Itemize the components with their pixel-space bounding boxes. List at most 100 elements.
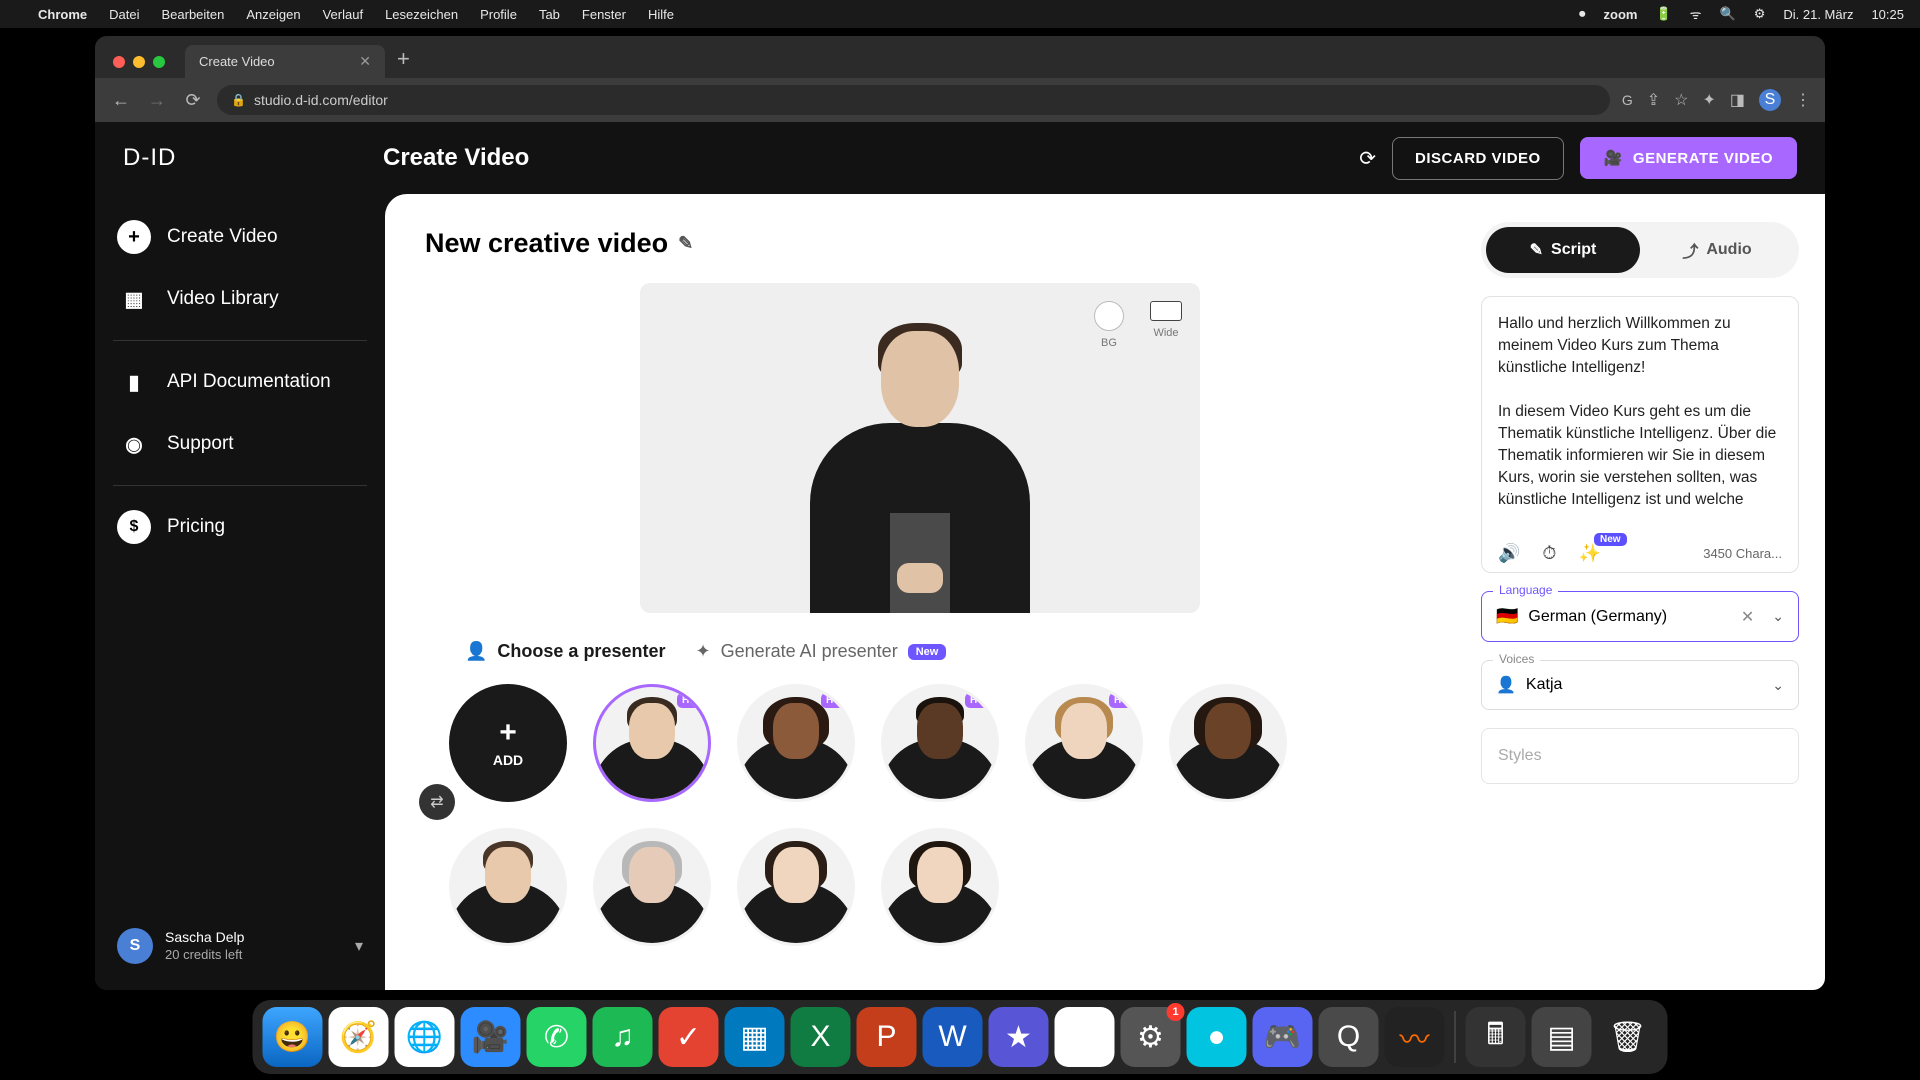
sidebar-item-support[interactable]: ◉ Support	[105, 413, 375, 475]
share-icon[interactable]: ⇪	[1647, 90, 1660, 110]
dock-safari[interactable]: 🧭	[329, 1007, 389, 1067]
dock-calculator[interactable]: 🖩	[1466, 1007, 1526, 1067]
brand-logo[interactable]: D-ID	[123, 144, 363, 172]
language-value: German (Germany)	[1528, 608, 1667, 626]
window-close-icon[interactable]	[113, 56, 125, 68]
tab-audio[interactable]: ⤴ Audio	[1640, 227, 1794, 273]
record-icon[interactable]: ⏺	[1579, 6, 1586, 22]
dock-audio[interactable]: 〰	[1385, 1007, 1445, 1067]
dock-whatsapp[interactable]: ✆	[527, 1007, 587, 1067]
magic-icon[interactable]: ✨	[1578, 543, 1600, 564]
timer-icon[interactable]: ⏱	[1542, 543, 1556, 564]
refresh-icon[interactable]: ⟳	[1359, 146, 1376, 171]
dock-spotify[interactable]: ♫	[593, 1007, 653, 1067]
nav-back-icon[interactable]: ←	[109, 90, 133, 111]
browser-tab[interactable]: Create Video ✕	[185, 45, 385, 78]
url-field[interactable]: 🔒 studio.d-id.com/editor	[217, 85, 1610, 115]
dock-powerpoint[interactable]: P	[857, 1007, 917, 1067]
tab-label: Generate AI presenter	[721, 641, 898, 662]
dock-chrome[interactable]: 🌐	[395, 1007, 455, 1067]
tab-choose-presenter[interactable]: 👤 Choose a presenter	[465, 641, 665, 662]
edit-icon[interactable]: ✎	[678, 233, 693, 254]
canvas-area: New creative video ✎	[385, 194, 1455, 990]
voice-select[interactable]: 👤 Katja ⌄	[1481, 660, 1799, 710]
presenter-avatar[interactable]	[737, 828, 855, 946]
menu-verlauf[interactable]: Verlauf	[323, 7, 363, 22]
speaker-icon[interactable]: 🔊	[1498, 543, 1520, 564]
menubar-date[interactable]: Di. 21. März	[1783, 7, 1853, 22]
dock-settings[interactable]: ⚙1	[1121, 1007, 1181, 1067]
background-toggle[interactable]: BG	[1094, 301, 1124, 349]
wifi-icon[interactable]: ᯤ	[1690, 5, 1702, 23]
menubar-app-name[interactable]: Chrome	[38, 7, 87, 22]
google-lens-icon[interactable]: G	[1622, 92, 1633, 108]
language-select[interactable]: 🇩🇪 German (Germany) ✕ ⌄	[1481, 591, 1799, 642]
presenter-avatar[interactable]: HQ	[593, 684, 711, 802]
sidebar-divider	[113, 340, 367, 341]
wide-label: Wide	[1153, 327, 1178, 339]
menu-profile[interactable]: Profile	[480, 7, 517, 22]
control-center-icon[interactable]: ⚙	[1754, 6, 1766, 22]
nav-reload-icon[interactable]: ⟳	[181, 90, 205, 111]
zoom-status[interactable]: zoom	[1604, 7, 1638, 22]
add-presenter-button[interactable]: + ADD	[449, 684, 567, 802]
tab-script[interactable]: ✎ Script	[1486, 227, 1640, 273]
styles-select[interactable]: Styles	[1481, 728, 1799, 784]
presenter-avatar[interactable]	[593, 828, 711, 946]
video-title-row[interactable]: New creative video ✎	[425, 228, 1415, 259]
dock-finder[interactable]: 😀	[263, 1007, 323, 1067]
menubar-time[interactable]: 10:25	[1871, 7, 1904, 22]
dock-todoist[interactable]: ✓	[659, 1007, 719, 1067]
video-title-text: New creative video	[425, 228, 668, 259]
bookmark-icon[interactable]: ☆	[1674, 90, 1688, 110]
sidebar-item-pricing[interactable]: $ Pricing	[105, 496, 375, 558]
search-icon[interactable]: 🔍	[1720, 6, 1736, 22]
menu-anzeigen[interactable]: Anzeigen	[246, 7, 300, 22]
window-maximize-icon[interactable]	[153, 56, 165, 68]
profile-avatar[interactable]: S	[1759, 89, 1781, 111]
window-minimize-icon[interactable]	[133, 56, 145, 68]
dock-app-1[interactable]: ●	[1187, 1007, 1247, 1067]
sidebar-collapse-button[interactable]: ⇄	[419, 784, 455, 820]
dock-zoom[interactable]: 🎥	[461, 1007, 521, 1067]
sidebar-item-create-video[interactable]: + Create Video	[105, 206, 375, 268]
sidebar-item-api-docs[interactable]: ▮ API Documentation	[105, 351, 375, 413]
dock-drive[interactable]: ▲	[1055, 1007, 1115, 1067]
clear-icon[interactable]: ✕	[1741, 607, 1754, 627]
script-textarea[interactable]: Hallo und herzlich Willkommen zu meinem …	[1498, 313, 1782, 533]
battery-icon[interactable]: 🔋	[1655, 6, 1671, 22]
presenter-avatar[interactable]	[449, 828, 567, 946]
user-avatar: S	[117, 928, 153, 964]
presenter-avatar[interactable]: HQ	[737, 684, 855, 802]
dock-imovie[interactable]: ★	[989, 1007, 1049, 1067]
new-tab-button[interactable]: +	[385, 46, 422, 78]
dock-word[interactable]: W	[923, 1007, 983, 1067]
discard-video-button[interactable]: DISCARD VIDEO	[1392, 137, 1564, 180]
browser-menu-icon[interactable]: ⋮	[1795, 90, 1811, 110]
presenter-avatar[interactable]	[881, 828, 999, 946]
dock-quicktime[interactable]: Q	[1319, 1007, 1379, 1067]
user-account-block[interactable]: S Sascha Delp 20 credits left ▾	[105, 914, 375, 978]
sidepanel-icon[interactable]: ◨	[1730, 90, 1745, 110]
menu-datei[interactable]: Datei	[109, 7, 139, 22]
presenter-avatar[interactable]	[1169, 684, 1287, 802]
menu-lesezeichen[interactable]: Lesezeichen	[385, 7, 458, 22]
dock-separator	[1455, 1011, 1456, 1063]
dock-discord[interactable]: 🎮	[1253, 1007, 1313, 1067]
sidebar-item-video-library[interactable]: ▦ Video Library	[105, 268, 375, 330]
menu-bearbeiten[interactable]: Bearbeiten	[161, 7, 224, 22]
tab-close-icon[interactable]: ✕	[359, 53, 371, 70]
tab-generate-presenter[interactable]: ✦ Generate AI presenter New	[695, 641, 946, 662]
dock-trello[interactable]: ▦	[725, 1007, 785, 1067]
dock-launchpad[interactable]: ▤	[1532, 1007, 1592, 1067]
presenter-avatar[interactable]: HQ	[1025, 684, 1143, 802]
generate-video-button[interactable]: 🎥 GENERATE VIDEO	[1580, 137, 1797, 179]
aspect-wide-toggle[interactable]: Wide	[1150, 301, 1182, 349]
menu-hilfe[interactable]: Hilfe	[648, 7, 674, 22]
extensions-icon[interactable]: ✦	[1702, 90, 1715, 110]
presenter-avatar[interactable]: HQ	[881, 684, 999, 802]
dock-trash[interactable]: 🗑	[1598, 1007, 1658, 1067]
menu-tab[interactable]: Tab	[539, 7, 560, 22]
menu-fenster[interactable]: Fenster	[582, 7, 626, 22]
dock-excel[interactable]: X	[791, 1007, 851, 1067]
